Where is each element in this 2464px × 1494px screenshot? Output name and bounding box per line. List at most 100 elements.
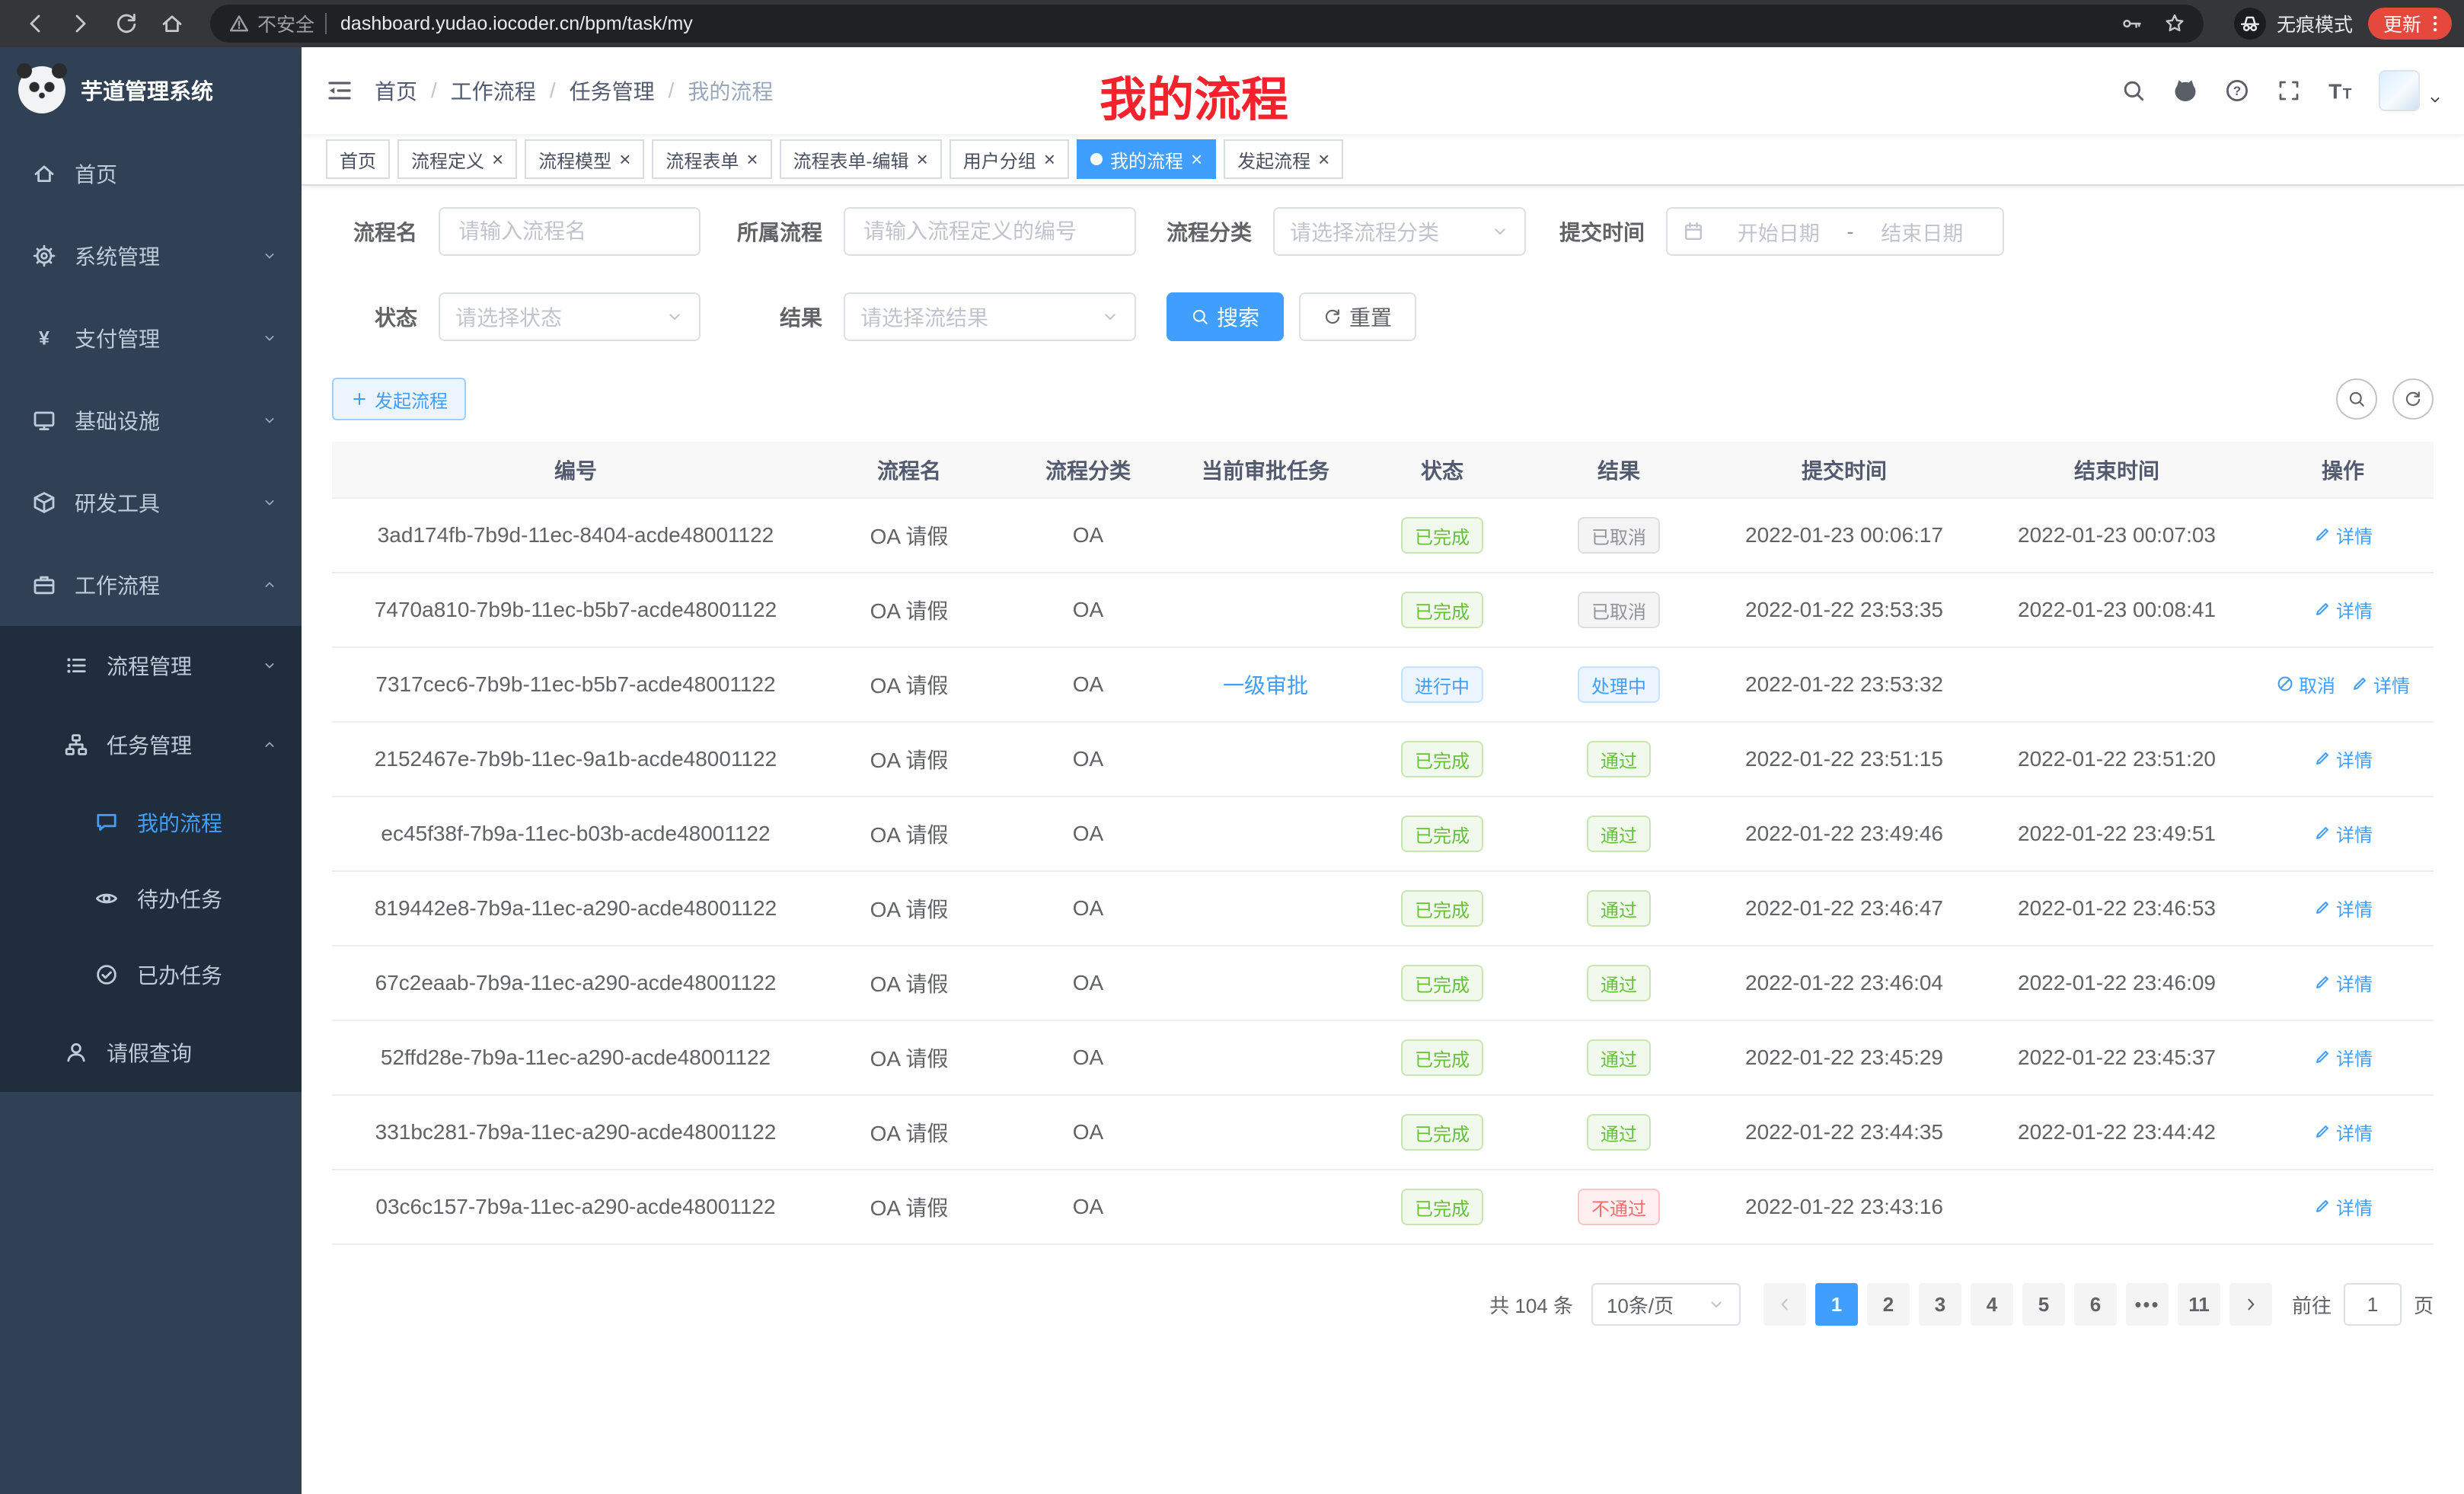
tab-close-icon[interactable]: × bbox=[917, 149, 928, 169]
font-size-icon[interactable]: TT bbox=[2327, 77, 2354, 104]
tab-close-icon[interactable]: × bbox=[492, 149, 503, 169]
cell-id: ec45f38f-7b9a-11ec-b03b-acde48001122 bbox=[332, 796, 819, 871]
breadcrumb-item[interactable]: 任务管理 bbox=[570, 75, 655, 106]
refresh-table-button[interactable] bbox=[2392, 378, 2434, 420]
user-menu[interactable] bbox=[2379, 70, 2443, 111]
sidebar-item-leave-query[interactable]: 请假查询 bbox=[0, 1013, 302, 1092]
page-size-value: 10条/页 bbox=[1607, 1291, 1674, 1319]
cell-process-name: OA 请假 bbox=[819, 647, 999, 722]
category-select[interactable]: 请选择流程分类 bbox=[1273, 207, 1526, 256]
search-button[interactable]: 搜索 bbox=[1167, 292, 1284, 341]
github-icon[interactable] bbox=[2172, 77, 2199, 104]
page-button-5[interactable]: 5 bbox=[2022, 1283, 2065, 1326]
password-key-icon[interactable] bbox=[2121, 13, 2143, 34]
sidebar-item-process-manage[interactable]: 流程管理 bbox=[0, 626, 302, 705]
hamburger-icon[interactable] bbox=[326, 77, 353, 104]
detail-button[interactable]: 详情 bbox=[2313, 1119, 2373, 1145]
sidebar-item-payment-manage[interactable]: ¥支付管理 bbox=[0, 297, 302, 379]
result-tag: 不通过 bbox=[1578, 1189, 1660, 1225]
tab-close-icon[interactable]: × bbox=[619, 149, 630, 169]
submit-time-range-input[interactable]: 开始日期 - 结束日期 bbox=[1666, 207, 2004, 256]
tab-close-icon[interactable]: × bbox=[746, 149, 758, 169]
header-search-icon[interactable] bbox=[2121, 78, 2146, 103]
cell-end-time bbox=[1981, 647, 2252, 722]
page-button-6[interactable]: 6 bbox=[2074, 1283, 2117, 1326]
next-page-button[interactable] bbox=[2229, 1283, 2272, 1326]
cell-process-name: OA 请假 bbox=[819, 1170, 999, 1244]
detail-button[interactable]: 详情 bbox=[2313, 1044, 2373, 1071]
tab-close-icon[interactable]: × bbox=[1318, 149, 1329, 169]
cell-current-task bbox=[1177, 498, 1354, 573]
toggle-search-button[interactable] bbox=[2336, 378, 2377, 420]
app-logo[interactable]: 芋道管理系统 bbox=[0, 47, 302, 132]
sidebar-item-done-task[interactable]: 已办任务 bbox=[0, 937, 302, 1013]
detail-button[interactable]: 详情 bbox=[2351, 671, 2410, 698]
reload-icon[interactable] bbox=[114, 11, 139, 36]
org-icon bbox=[64, 733, 88, 757]
tab-0[interactable]: 首页 bbox=[326, 139, 390, 179]
address-bar[interactable]: 不安全 dashboard.yudao.iocoder.cn/bpm/task/… bbox=[210, 5, 2204, 43]
detail-button[interactable]: 详情 bbox=[2313, 895, 2373, 921]
update-button[interactable]: 更新 bbox=[2368, 8, 2452, 40]
sidebar-item-infrastructure[interactable]: 基础设施 bbox=[0, 379, 302, 461]
cell-submit-time: 2022-01-22 23:53:32 bbox=[1707, 647, 1981, 722]
tab-1[interactable]: 流程定义× bbox=[397, 139, 517, 179]
current-task-link[interactable]: 一级审批 bbox=[1223, 674, 1308, 698]
sidebar-item-task-manage[interactable]: 任务管理 bbox=[0, 705, 302, 784]
breadcrumb-item[interactable]: 工作流程 bbox=[451, 75, 536, 106]
status-select[interactable]: 请选择状态 bbox=[439, 292, 701, 341]
sidebar-item-workflow[interactable]: 工作流程 bbox=[0, 544, 302, 626]
cell-process-name: OA 请假 bbox=[819, 498, 999, 573]
goto-page-input[interactable] bbox=[2344, 1283, 2402, 1326]
reset-button-label: 重置 bbox=[1349, 302, 1392, 332]
page-button-2[interactable]: 2 bbox=[1867, 1283, 1910, 1326]
page-button-3[interactable]: 3 bbox=[1919, 1283, 1961, 1326]
process-name-input[interactable] bbox=[439, 207, 701, 256]
tab-6[interactable]: 我的流程× bbox=[1077, 139, 1216, 179]
sidebar-item-label: 首页 bbox=[75, 158, 277, 189]
browser-home-icon[interactable] bbox=[160, 11, 184, 36]
detail-button[interactable]: 详情 bbox=[2313, 969, 2373, 996]
sidebar-item-my-process[interactable]: 我的流程 bbox=[0, 784, 302, 860]
detail-button[interactable]: 详情 bbox=[2313, 1193, 2373, 1220]
cell-category: OA bbox=[999, 498, 1177, 573]
pager-more-button[interactable]: ••• bbox=[2126, 1283, 2169, 1326]
prev-page-button[interactable] bbox=[1763, 1283, 1806, 1326]
detail-button[interactable]: 详情 bbox=[2313, 745, 2373, 772]
list-icon bbox=[64, 653, 88, 678]
browser-menu-dots-icon[interactable] bbox=[2424, 13, 2446, 34]
tab-close-icon[interactable]: × bbox=[1044, 149, 1055, 169]
breadcrumb-item[interactable]: 首页 bbox=[375, 75, 417, 106]
tab-close-icon[interactable]: × bbox=[1191, 149, 1202, 169]
tab-2[interactable]: 流程模型× bbox=[525, 139, 644, 179]
detail-button[interactable]: 详情 bbox=[2313, 820, 2373, 847]
page-button-4[interactable]: 4 bbox=[1971, 1283, 2013, 1326]
detail-button[interactable]: 详情 bbox=[2313, 596, 2373, 623]
tab-3[interactable]: 流程表单× bbox=[652, 139, 771, 179]
sidebar-item-devtools[interactable]: 研发工具 bbox=[0, 461, 302, 544]
cell-end-time: 2022-01-22 23:44:42 bbox=[1981, 1095, 2252, 1170]
process-key-input[interactable] bbox=[844, 207, 1136, 256]
sidebar-item-label: 支付管理 bbox=[75, 323, 262, 353]
sidebar-item-label: 基础设施 bbox=[75, 405, 262, 436]
tab-5[interactable]: 用户分组× bbox=[950, 139, 1069, 179]
action-label: 详情 bbox=[2373, 671, 2410, 698]
create-process-button[interactable]: 发起流程 bbox=[332, 378, 466, 420]
bookmark-star-icon[interactable] bbox=[2164, 13, 2185, 34]
page-button-1[interactable]: 1 bbox=[1815, 1283, 1858, 1326]
tab-7[interactable]: 发起流程× bbox=[1224, 139, 1343, 179]
sidebar-item-system-manage[interactable]: 系统管理 bbox=[0, 215, 302, 297]
forward-icon[interactable] bbox=[69, 11, 93, 36]
back-icon[interactable] bbox=[23, 11, 47, 36]
cancel-button[interactable]: 取消 bbox=[2276, 671, 2335, 698]
page-size-select[interactable]: 10条/页 bbox=[1591, 1283, 1741, 1326]
fullscreen-icon[interactable] bbox=[2277, 78, 2301, 103]
sidebar-item-home[interactable]: 首页 bbox=[0, 132, 302, 215]
result-select[interactable]: 请选择流结果 bbox=[844, 292, 1136, 341]
tab-4[interactable]: 流程表单-编辑× bbox=[780, 139, 942, 179]
detail-button[interactable]: 详情 bbox=[2313, 522, 2373, 548]
reset-button[interactable]: 重置 bbox=[1299, 292, 1416, 341]
help-icon[interactable]: ? bbox=[2225, 78, 2249, 103]
page-button-11[interactable]: 11 bbox=[2178, 1283, 2220, 1326]
sidebar-item-todo-task[interactable]: 待办任务 bbox=[0, 860, 302, 937]
